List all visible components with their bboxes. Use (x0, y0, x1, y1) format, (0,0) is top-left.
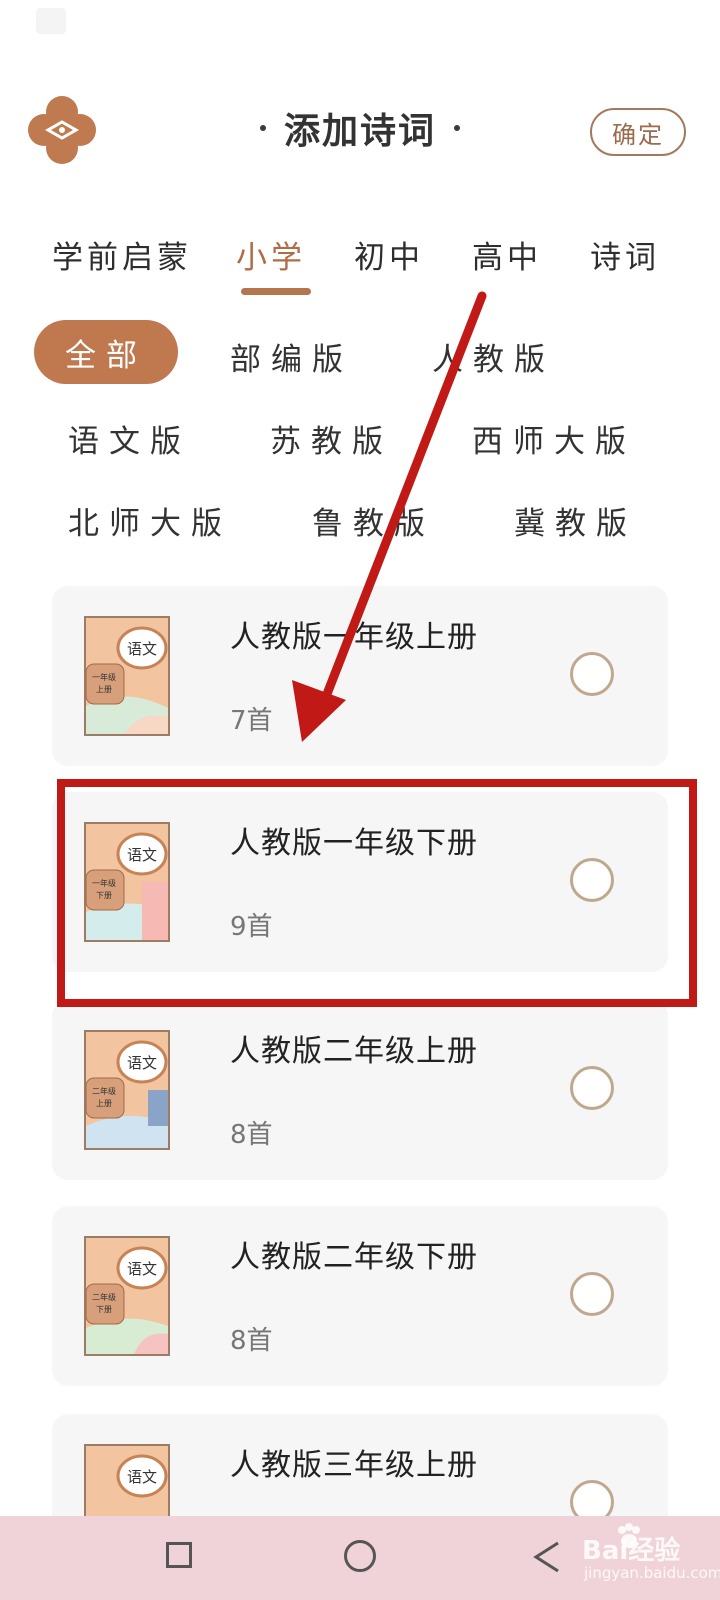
title-dot-left (259, 125, 266, 131)
cover-grade: 一年级 (92, 672, 116, 682)
cover-term: 上册 (96, 685, 112, 694)
page-title: 添加诗词 (283, 110, 436, 152)
edition-bubian[interactable]: 部编版 (230, 334, 353, 379)
book-item[interactable]: 语文 一年级 上册 人教版一年级上册 7首 (52, 586, 668, 766)
book-count: 7首 (230, 706, 273, 736)
header: 添加诗词 确定 (0, 80, 720, 190)
confirm-button[interactable]: 确定 (590, 108, 686, 156)
status-icon (36, 8, 66, 34)
book-title: 人教版一年级上册 (230, 620, 478, 655)
active-tab-indicator (241, 288, 311, 295)
title-dot-right (454, 125, 460, 131)
edition-renjiao[interactable]: 人教版 (432, 334, 555, 379)
edition-yuwen[interactable]: 语文版 (68, 416, 191, 461)
back-icon[interactable] (532, 1540, 562, 1574)
system-nav-bar: Bai经验 jingyan.baidu.com (0, 1516, 720, 1600)
edition-sujiao[interactable]: 苏教版 (270, 416, 393, 461)
tab-junior-high[interactable]: 初中 (354, 232, 424, 277)
edition-all[interactable]: 全部 (34, 320, 178, 384)
cover-term: 下册 (96, 1305, 112, 1314)
tab-preschool[interactable]: 学前启蒙 (52, 232, 192, 277)
highlight-box (57, 779, 697, 1007)
edition-jijiao[interactable]: 冀教版 (514, 498, 637, 543)
book-count: 8首 (230, 1120, 273, 1150)
select-radio[interactable] (570, 1066, 614, 1110)
home-icon[interactable] (344, 1540, 376, 1572)
watermark-url: jingyan.baidu.com (584, 1564, 720, 1582)
tab-primary[interactable]: 小学 (236, 232, 306, 277)
book-title: 人教版二年级上册 (230, 1034, 478, 1069)
cover-subject: 语文 (127, 1468, 157, 1486)
book-item[interactable]: 语文 二年级 下册 人教版二年级下册 8首 (52, 1206, 668, 1386)
tab-senior-high[interactable]: 高中 (472, 232, 542, 277)
cover-grade: 二年级 (92, 1086, 116, 1096)
cover-subject: 语文 (127, 640, 157, 658)
select-radio[interactable] (570, 1272, 614, 1316)
edition-beishida[interactable]: 北师大版 (68, 498, 232, 543)
watermark-text: Bai经验 (582, 1536, 681, 1566)
watermark: Bai经验 jingyan.baidu.com (560, 1523, 720, 1590)
cover-term: 上册 (96, 1099, 112, 1108)
book-count: 8首 (230, 1326, 273, 1356)
edition-xishida[interactable]: 西师大版 (472, 416, 636, 461)
tab-poetry[interactable]: 诗词 (590, 232, 660, 277)
book-title: 人教版三年级上册 (230, 1448, 478, 1483)
edition-lujiao[interactable]: 鲁教版 (312, 498, 435, 543)
book-item[interactable]: 语文 二年级 上册 人教版二年级上册 8首 (52, 1000, 668, 1180)
recent-apps-icon[interactable] (166, 1542, 192, 1568)
status-bar (0, 0, 720, 48)
book-cover: 语文 二年级 上册 (84, 1030, 170, 1150)
cover-grade: 二年级 (92, 1292, 116, 1302)
page-title-wrap: 添加诗词 (230, 102, 490, 162)
book-cover: 语文 二年级 下册 (84, 1236, 170, 1356)
app-logo-icon (28, 96, 96, 164)
book-title: 人教版二年级下册 (230, 1240, 478, 1275)
select-radio[interactable] (570, 652, 614, 696)
level-tabs: 学前启蒙 小学 初中 高中 诗词 (0, 222, 720, 302)
cover-subject: 语文 (127, 1054, 157, 1072)
book-cover: 语文 一年级 上册 (84, 616, 170, 736)
cover-subject: 语文 (127, 1260, 157, 1278)
